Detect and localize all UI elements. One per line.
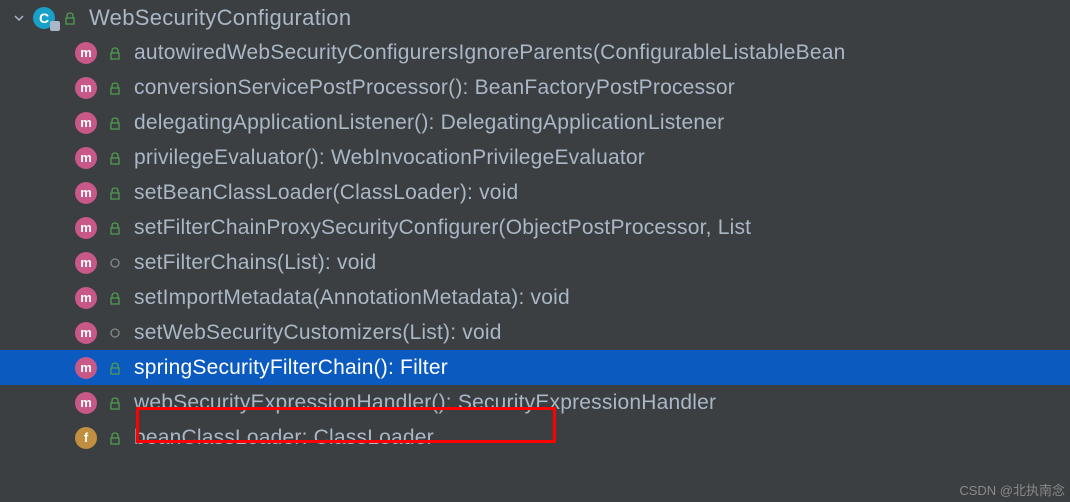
package-visibility-icon	[106, 257, 124, 269]
public-visibility-icon	[106, 46, 124, 60]
member-signature-label: webSecurityExpressionHandler(): Security…	[134, 391, 716, 415]
watermark-text: CSDN @北执南念	[959, 480, 1065, 499]
method-icon: m	[75, 182, 97, 204]
public-visibility-icon	[106, 431, 124, 445]
method-icon: m	[75, 217, 97, 239]
method-icon: m	[75, 322, 97, 344]
class-node[interactable]: C WebSecurityConfiguration	[0, 0, 1070, 35]
public-visibility-icon	[106, 361, 124, 375]
member-node[interactable]: m conversionServicePostProcessor(): Bean…	[0, 70, 1070, 105]
member-node[interactable]: m setFilterChainProxySecurityConfigurer(…	[0, 210, 1070, 245]
member-signature-label: beanClassLoader: ClassLoader	[134, 426, 434, 450]
member-node[interactable]: m delegatingApplicationListener(): Deleg…	[0, 105, 1070, 140]
member-node[interactable]: m privilegeEvaluator(): WebInvocationPri…	[0, 140, 1070, 175]
member-node[interactable]: f beanClassLoader: ClassLoader	[0, 420, 1070, 455]
member-node[interactable]: m autowiredWebSecurityConfigurersIgnoreP…	[0, 35, 1070, 70]
member-signature-label: springSecurityFilterChain(): Filter	[134, 356, 448, 380]
member-signature-label: setFilterChainProxySecurityConfigurer(Ob…	[134, 216, 751, 240]
method-icon: m	[75, 287, 97, 309]
member-signature-label: conversionServicePostProcessor(): BeanFa…	[134, 76, 735, 100]
member-node[interactable]: m springSecurityFilterChain(): Filter	[0, 350, 1070, 385]
chevron-down-icon[interactable]	[10, 12, 28, 24]
member-node[interactable]: m setImportMetadata(AnnotationMetadata):…	[0, 280, 1070, 315]
field-icon: f	[75, 427, 97, 449]
member-node[interactable]: m setFilterChains(List): void	[0, 245, 1070, 280]
member-node[interactable]: m webSecurityExpressionHandler(): Securi…	[0, 385, 1070, 420]
member-node[interactable]: m setWebSecurityCustomizers(List): void	[0, 315, 1070, 350]
member-signature-label: autowiredWebSecurityConfigurersIgnorePar…	[134, 41, 845, 65]
method-icon: m	[75, 357, 97, 379]
member-signature-label: setBeanClassLoader(ClassLoader): void	[134, 181, 518, 205]
lock-badge-icon	[50, 21, 60, 31]
public-visibility-icon	[106, 186, 124, 200]
member-signature-label: privilegeEvaluator(): WebInvocationPrivi…	[134, 146, 645, 170]
member-signature-label: setWebSecurityCustomizers(List): void	[134, 321, 502, 345]
public-visibility-icon	[61, 11, 79, 25]
member-signature-label: delegatingApplicationListener(): Delegat…	[134, 111, 724, 135]
member-node[interactable]: m setBeanClassLoader(ClassLoader): void	[0, 175, 1070, 210]
class-name-label: WebSecurityConfiguration	[89, 5, 351, 31]
public-visibility-icon	[106, 291, 124, 305]
public-visibility-icon	[106, 396, 124, 410]
method-icon: m	[75, 112, 97, 134]
public-visibility-icon	[106, 221, 124, 235]
method-icon: m	[75, 77, 97, 99]
class-icon: C	[33, 7, 55, 29]
public-visibility-icon	[106, 116, 124, 130]
member-signature-label: setImportMetadata(AnnotationMetadata): v…	[134, 286, 570, 310]
method-icon: m	[75, 252, 97, 274]
package-visibility-icon	[106, 327, 124, 339]
public-visibility-icon	[106, 151, 124, 165]
method-icon: m	[75, 392, 97, 414]
public-visibility-icon	[106, 81, 124, 95]
method-icon: m	[75, 42, 97, 64]
method-icon: m	[75, 147, 97, 169]
member-signature-label: setFilterChains(List): void	[134, 251, 376, 275]
